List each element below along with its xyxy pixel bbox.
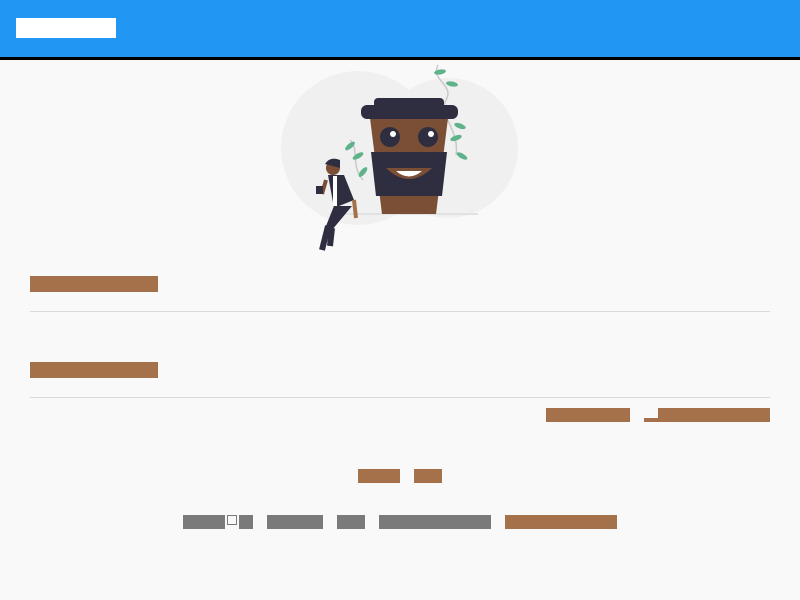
- person-shirt: [333, 176, 337, 206]
- action-link-left[interactable]: [546, 408, 630, 422]
- footer-link[interactable]: [505, 515, 617, 529]
- person-leg-lower: [319, 225, 331, 251]
- pagination-prev-link[interactable]: [358, 469, 400, 483]
- footer-text-5: [379, 515, 491, 529]
- action-link-right[interactable]: [658, 408, 770, 422]
- section-divider-2: [30, 397, 770, 398]
- eye-right-shine: [428, 131, 434, 137]
- footer-text-1: [183, 515, 225, 529]
- cup-lid: [361, 105, 458, 119]
- eye-right: [418, 127, 438, 147]
- eye-left-shine: [390, 131, 396, 137]
- person-arm-right: [352, 199, 358, 219]
- person-leg-lower-2: [327, 227, 335, 247]
- section-heading-2[interactable]: [30, 362, 158, 378]
- top-app-bar: [0, 0, 800, 60]
- coffee-mug: [316, 186, 323, 194]
- section-heading-1[interactable]: [30, 276, 158, 292]
- illustration-svg: [281, 64, 518, 251]
- eye-left: [380, 127, 400, 147]
- footer-text-3: [267, 515, 323, 529]
- leaf: [434, 69, 446, 75]
- action-separator: [644, 418, 658, 422]
- coffee-cup-mascot-illustration: [270, 60, 530, 260]
- footer-text-2: [239, 515, 253, 529]
- footer-checkbox[interactable]: [227, 515, 237, 525]
- brand-logo[interactable]: [16, 18, 116, 38]
- section-divider-1: [30, 311, 770, 312]
- footer-text-4: [337, 515, 365, 529]
- pagination-next-link[interactable]: [414, 469, 442, 483]
